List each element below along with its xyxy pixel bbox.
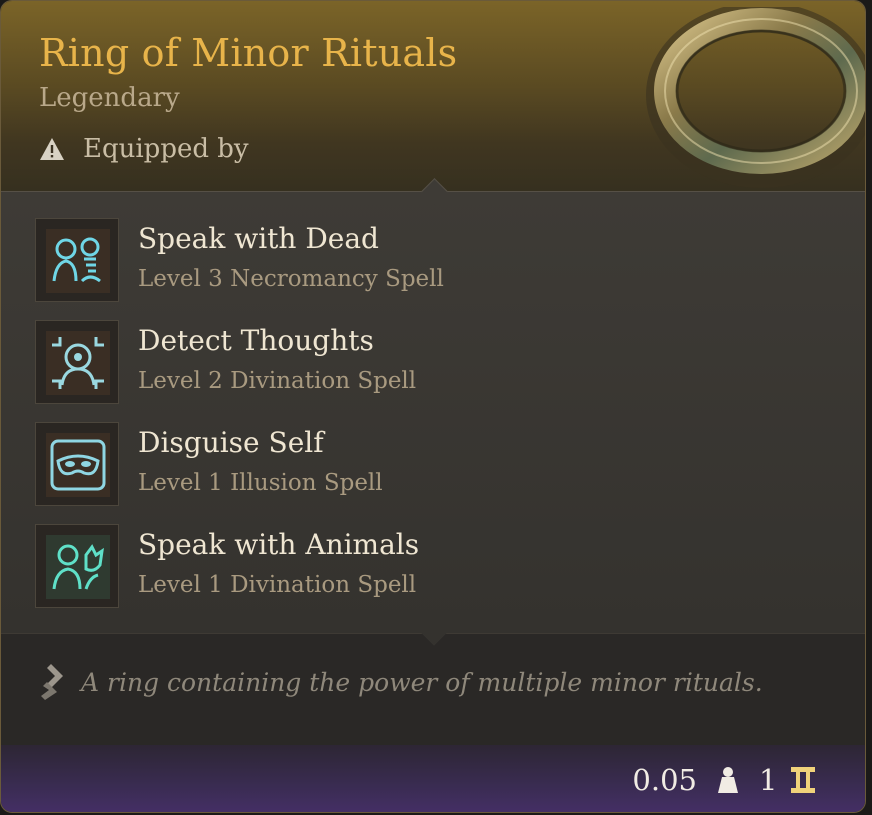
ring-icon [646,7,865,188]
item-rarity: Legendary [39,83,180,113]
gold-coin-icon [791,767,815,793]
weight-value: 0.05 [632,763,697,797]
spell-name: Detect Thoughts [138,324,374,357]
spell-name: Speak with Animals [138,528,420,561]
equipped-by-label: Equipped by [83,134,249,164]
spell-list: Speak with Dead Level 3 Necromancy Spell… [1,178,865,634]
tooltip-footer: 0.05 1 [1,745,865,812]
description-text: A ring containing the power of multiple … [81,668,763,697]
spell-name: Speak with Dead [138,222,379,255]
warning-icon [40,138,64,160]
spell-level: Level 3 Necromancy Spell [138,266,444,292]
spell-level: Level 2 Divination Spell [138,368,417,394]
weight-icon [718,767,738,793]
spell-row-detect-thoughts[interactable]: Detect Thoughts Level 2 Divination Spell [35,320,835,406]
disguise-self-icon [46,433,110,497]
gold-value: 1 [759,763,778,797]
spell-row-disguise-self[interactable]: Disguise Self Level 1 Illusion Spell [35,422,835,508]
equipped-by: Equipped by [39,134,249,164]
item-description: A ring containing the power of multiple … [1,620,865,746]
item-tooltip: Ring of Minor Rituals Legendary Equipped… [0,0,866,813]
spell-name: Disguise Self [138,426,324,459]
detect-thoughts-icon [46,331,110,395]
spell-row-speak-with-dead[interactable]: Speak with Dead Level 3 Necromancy Spell [35,218,835,304]
item-name: Ring of Minor Rituals [39,31,458,75]
spell-level: Level 1 Illusion Spell [138,470,383,496]
speak-with-dead-icon [46,229,110,293]
tooltip-header: Ring of Minor Rituals Legendary Equipped… [1,1,865,191]
quill-icon [41,664,63,700]
spell-level: Level 1 Divination Spell [138,572,417,598]
spell-row-speak-with-animals[interactable]: Speak with Animals Level 1 Divination Sp… [35,524,835,610]
speak-with-animals-icon [46,535,110,599]
